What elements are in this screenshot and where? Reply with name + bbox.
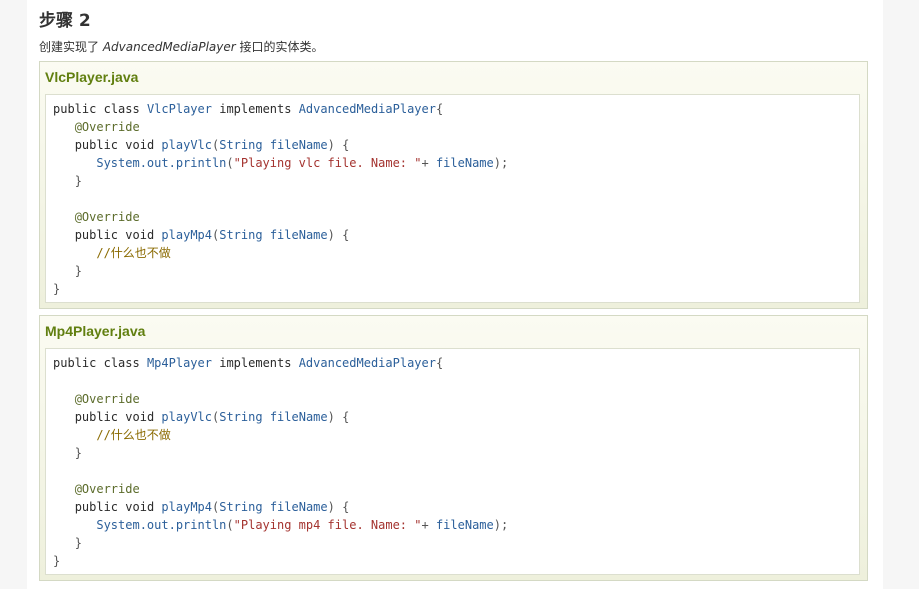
article-content: 步骤 2 创建实现了 AdvancedMediaPlayer 接口的实体类。 V… [27,0,883,589]
intro-text-before: 创建实现了 [39,40,103,54]
code-panel-mp4player: Mp4Player.java public class Mp4Player im… [39,315,868,581]
interface-name: AdvancedMediaPlayer [102,40,236,54]
code-text: public class Mp4Player implements Advanc… [53,356,509,568]
code-panel-title: VlcPlayer.java [45,69,139,85]
code-block[interactable]: public class Mp4Player implements Advanc… [45,348,860,575]
intro-text-after: 接口的实体类。 [235,40,324,54]
code-panel-title: Mp4Player.java [45,323,146,339]
code-block[interactable]: public class VlcPlayer implements Advanc… [45,94,860,303]
step-description: 创建实现了 AdvancedMediaPlayer 接口的实体类。 [39,38,324,55]
code-text: public class VlcPlayer implements Advanc… [53,102,509,296]
step-heading: 步骤 2 [39,11,91,31]
code-panel-vlcplayer: VlcPlayer.java public class VlcPlayer im… [39,61,868,309]
